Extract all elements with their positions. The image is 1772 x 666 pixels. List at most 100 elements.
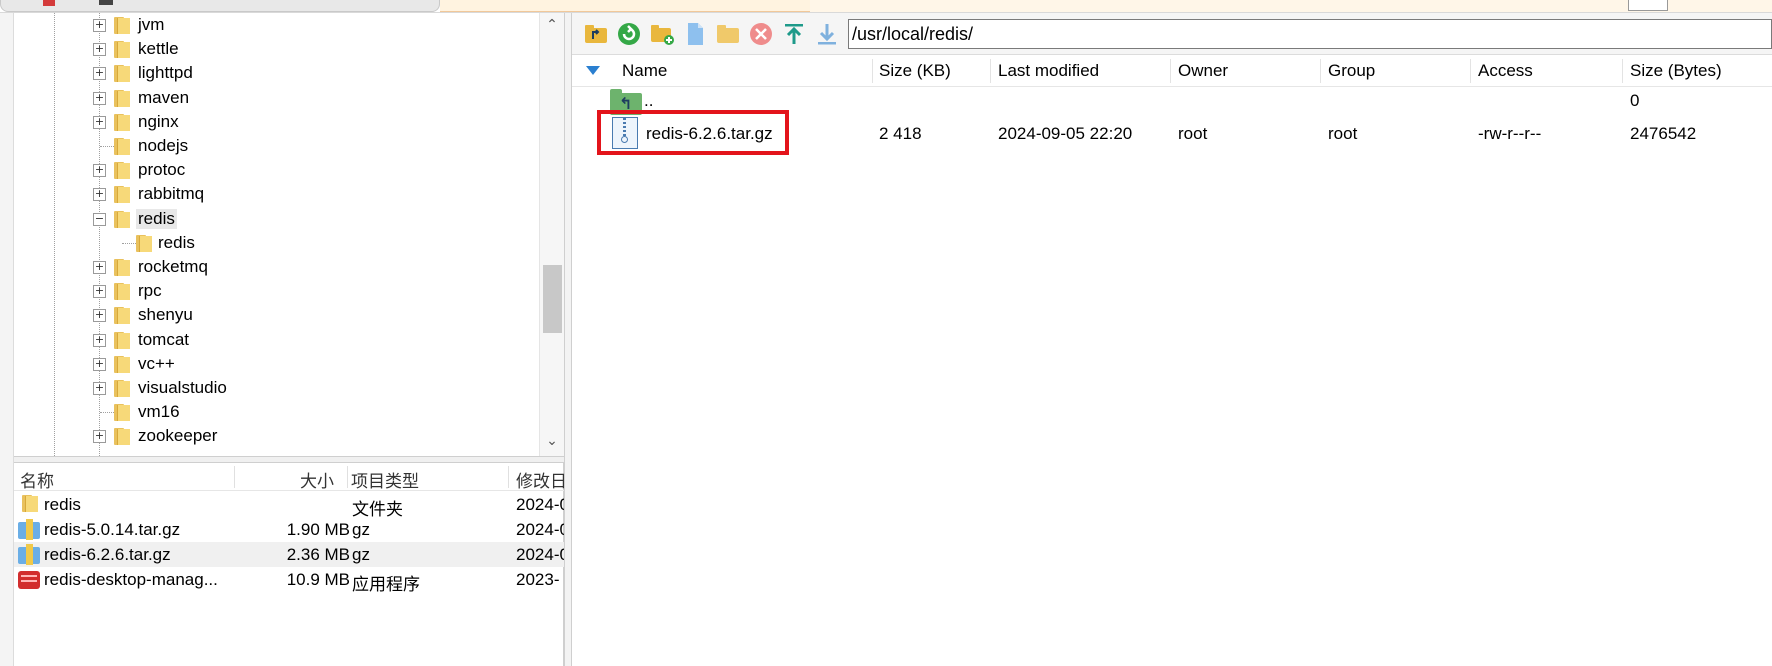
tree-item-label: nodejs <box>138 136 189 155</box>
local-pane: + jvm + kettle + lighttpd + maven + nginx nodejs + p… <box>0 13 564 666</box>
tree-item[interactable]: + maven <box>14 86 534 110</box>
local-list-header: 名称 大小 项目类型 修改日 <box>14 463 564 492</box>
parent-directory-icon[interactable] <box>584 22 608 46</box>
tree-item[interactable]: + zookeeper <box>14 424 534 448</box>
refresh-icon[interactable] <box>617 22 641 46</box>
tree-scrollbar[interactable]: ⌃ ⌄ <box>539 13 564 456</box>
column-header-name[interactable]: Name <box>622 61 667 81</box>
download-icon[interactable] <box>815 22 839 46</box>
expand-icon[interactable]: + <box>93 43 106 57</box>
folder-icon <box>20 495 38 512</box>
tab-box-icon <box>1628 0 1668 11</box>
sort-descending-icon[interactable] <box>586 66 600 75</box>
expand-icon[interactable]: + <box>93 309 106 323</box>
column-header-name[interactable]: 名称 <box>20 467 54 492</box>
tree-item-label: redis <box>136 208 177 229</box>
tree-item-label: rpc <box>138 281 162 301</box>
local-file-row-selected[interactable]: redis-6.2.6.tar.gz 2.36 MB gz 2024-0 <box>14 542 564 567</box>
expand-icon[interactable]: + <box>93 261 106 274</box>
column-header-modified[interactable]: 修改日 <box>516 467 564 492</box>
pane-splitter[interactable] <box>564 13 572 666</box>
scroll-up-icon[interactable]: ⌃ <box>546 18 558 32</box>
remote-list-header: Name Size (KB) Last modified Owner Group… <box>572 55 1772 87</box>
file-modified: 2023- <box>516 570 560 589</box>
tree-item[interactable]: + rabbitmq <box>14 182 534 206</box>
collapse-icon[interactable]: − <box>93 212 106 226</box>
tree-item-label: zookeeper <box>138 426 218 446</box>
column-separator[interactable] <box>1170 59 1171 83</box>
column-header-last-modified[interactable]: Last modified <box>998 61 1099 81</box>
horizontal-splitter[interactable] <box>14 456 564 463</box>
local-file-row[interactable]: redis 文件夹 2024-0 <box>14 492 564 520</box>
expand-icon[interactable]: + <box>93 357 106 371</box>
expand-icon[interactable]: + <box>93 188 106 202</box>
file-name: redis-desktop-manag... <box>44 570 218 589</box>
expand-icon[interactable]: + <box>93 91 106 105</box>
local-folder-tree: + jvm + kettle + lighttpd + maven + nginx nodejs + p… <box>14 13 539 456</box>
column-header-size-bytes[interactable]: Size (Bytes) <box>1630 61 1722 81</box>
archive-icon <box>18 519 40 540</box>
tree-item[interactable]: + lighttpd <box>14 61 534 85</box>
column-separator[interactable] <box>1622 59 1623 83</box>
column-header-owner[interactable]: Owner <box>1178 61 1228 81</box>
tree-item-label: lighttpd <box>138 63 193 83</box>
expand-icon[interactable]: + <box>93 382 106 395</box>
column-separator[interactable] <box>234 466 235 488</box>
remote-toolbar <box>572 13 1772 55</box>
file-modified: 2024-0 <box>516 545 564 564</box>
expand-icon[interactable]: + <box>93 285 106 299</box>
folder-icon <box>112 307 130 325</box>
file-modified: 2024-0 <box>516 520 564 539</box>
scroll-thumb[interactable] <box>543 265 562 333</box>
new-folder-icon[interactable] <box>650 22 674 46</box>
local-file-row[interactable]: redis-desktop-manag... 10.9 MB 应用程序 2023… <box>14 567 564 595</box>
tree-item[interactable]: + vc++ <box>14 352 534 376</box>
top-tab-strip <box>0 0 1772 13</box>
tree-item[interactable]: vm16 <box>14 400 534 424</box>
tree-item[interactable]: redis <box>14 231 534 255</box>
column-separator[interactable] <box>347 466 348 488</box>
browser-tab-active[interactable] <box>440 0 915 12</box>
column-separator[interactable] <box>990 59 991 83</box>
expand-icon[interactable]: + <box>93 164 106 178</box>
folder-icon <box>112 380 130 397</box>
column-header-access[interactable]: Access <box>1478 61 1533 81</box>
column-separator[interactable] <box>1320 59 1321 83</box>
tree-item[interactable]: + protoc <box>14 158 534 182</box>
column-header-size[interactable]: 大小 <box>300 467 334 492</box>
column-separator[interactable] <box>508 466 509 488</box>
column-header-group[interactable]: Group <box>1328 61 1375 81</box>
expand-icon[interactable]: + <box>93 115 106 129</box>
tree-item[interactable]: + visualstudio <box>14 376 534 400</box>
column-header-size-kb[interactable]: Size (KB) <box>879 61 951 81</box>
tree-item-label: kettle <box>138 39 179 59</box>
new-file-icon[interactable] <box>683 22 707 46</box>
browser-tab[interactable] <box>810 0 1772 12</box>
remote-path-input[interactable] <box>848 19 1772 49</box>
column-separator[interactable] <box>1470 59 1471 83</box>
tree-item[interactable]: + tomcat <box>14 328 534 352</box>
local-file-row[interactable]: redis-5.0.14.tar.gz 1.90 MB gz 2024-0 <box>14 517 564 542</box>
tree-item[interactable]: + jvm <box>14 13 534 37</box>
expand-icon[interactable]: + <box>93 19 106 32</box>
column-header-type[interactable]: 项目类型 <box>351 467 419 492</box>
folder-icon <box>134 234 152 252</box>
expand-icon[interactable]: + <box>93 430 106 444</box>
folder-icon <box>112 113 130 131</box>
column-separator[interactable] <box>872 59 873 83</box>
tree-item[interactable]: + rpc <box>14 279 534 303</box>
upload-icon[interactable] <box>782 22 806 46</box>
expand-icon[interactable]: + <box>93 333 106 347</box>
browser-tab[interactable] <box>0 0 440 12</box>
tree-item[interactable]: nodejs <box>14 134 534 158</box>
expand-icon[interactable]: + <box>93 67 106 81</box>
file-access: -rw-r--r-- <box>1478 124 1542 143</box>
delete-icon[interactable] <box>749 22 773 46</box>
tree-item[interactable]: + nginx <box>14 110 534 134</box>
scroll-down-icon[interactable]: ⌄ <box>546 434 558 448</box>
tree-item[interactable]: + rocketmq <box>14 255 534 279</box>
tree-item[interactable]: + shenyu <box>14 303 534 327</box>
tree-item[interactable]: + kettle <box>14 37 534 61</box>
tree-item[interactable]: − redis <box>14 207 534 231</box>
open-folder-icon[interactable] <box>716 22 740 46</box>
